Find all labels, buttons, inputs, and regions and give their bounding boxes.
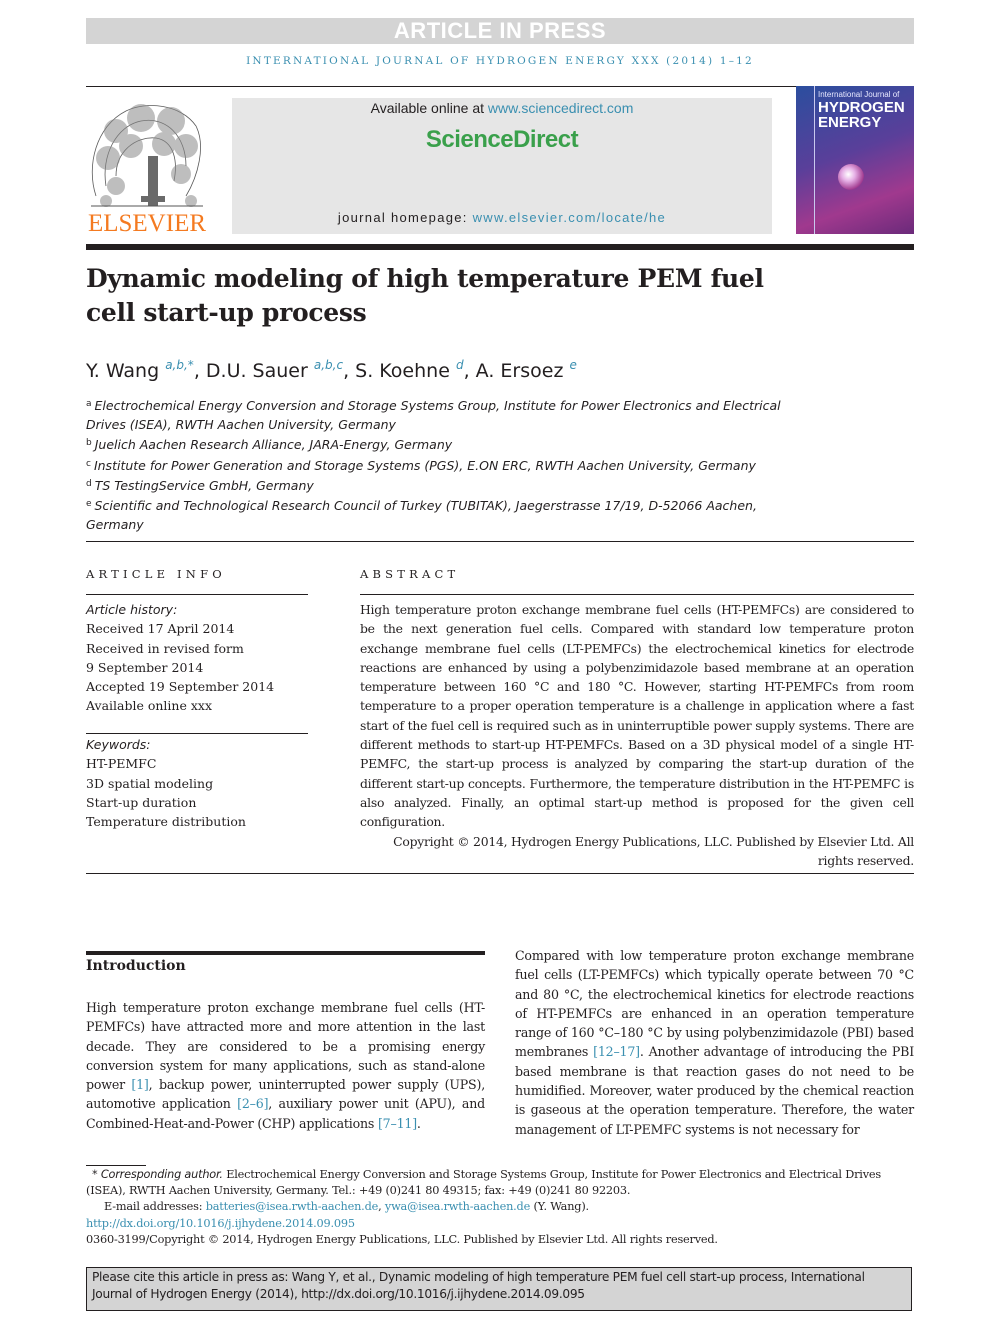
history-item: Accepted 19 September 2014 (86, 679, 275, 695)
article-info-heading: ARTICLE INFO (86, 567, 226, 581)
cover-strip (814, 86, 815, 234)
introduction-rule (86, 951, 485, 955)
header-thick-rule (86, 244, 914, 250)
corresponding-author-note: * Corresponding author. Electrochemical … (86, 1167, 914, 1199)
available-prefix: Available online at (370, 100, 488, 116)
journal-cover-image: International Journal of HYDROGEN ENERGY (796, 86, 914, 234)
citation-link[interactable]: [12–17] (593, 1044, 640, 1059)
journal-homepage: journal homepage: www.elsevier.com/locat… (232, 210, 772, 225)
doi-link[interactable]: http://dx.doi.org/10.1016/j.ijhydene.201… (86, 1217, 355, 1230)
history-item: Received 17 April 2014 (86, 621, 235, 637)
corresponding-label: * Corresponding author. (92, 1168, 223, 1181)
available-online: Available online at www.sciencedirect.co… (232, 100, 772, 116)
article-info-rule (86, 594, 308, 595)
affiliation-key: a (86, 399, 92, 409)
citation-link[interactable]: [2–6] (237, 1096, 268, 1111)
issn-copyright: 0360-3199/Copyright © 2014, Hydrogen Ene… (86, 1232, 718, 1246)
abstract-heading: ABSTRACT (360, 567, 460, 581)
email-label: E-mail addresses: (104, 1200, 206, 1214)
keyword: Temperature distribution (86, 814, 246, 830)
cover-line2: HYDROGEN (818, 99, 905, 116)
cover-orb-graphic (838, 164, 864, 190)
footnote-rule (86, 1165, 146, 1166)
citation-link[interactable]: [1] (131, 1077, 148, 1092)
author[interactable]: Y. Wang a,b,* (86, 358, 194, 382)
affiliation-text: Electrochemical Energy Conversion and St… (86, 398, 781, 433)
author-name[interactable]: Y. Wang (86, 360, 159, 382)
history-label: Article history: (86, 602, 178, 617)
affiliation: c Institute for Power Generation and Stor… (86, 455, 786, 475)
cover-title: HYDROGEN ENERGY (818, 100, 905, 130)
citation-box: Please cite this article in press as: Wa… (86, 1267, 912, 1311)
citation-link[interactable]: [7–11] (378, 1116, 417, 1131)
section-divider (86, 541, 914, 542)
history-item: Received in revised form (86, 640, 244, 656)
body-text: Compared with low temperature proton exc… (515, 948, 914, 1060)
sciencedirect-link[interactable]: www.sciencedirect.com (488, 100, 634, 116)
affiliation: a Electrochemical Energy Conversion and S… (86, 395, 786, 434)
body-text: . (416, 1115, 421, 1131)
email-link[interactable]: ywa@isea.rwth-aachen.de (385, 1200, 530, 1213)
cover-line3: ENERGY (818, 114, 882, 131)
header-rule (86, 86, 914, 87)
keywords-rule (86, 733, 308, 734)
introduction-heading: Introduction (86, 958, 186, 974)
author[interactable]: D.U. Sauer a,b,c (206, 358, 343, 382)
email-note: E-mail addresses: batteries@isea.rwth-aa… (86, 1199, 914, 1215)
abstract-copyright: Copyright © 2014, Hydrogen Energy Public… (393, 833, 914, 868)
affiliation-text: Scientific and Technological Research Co… (86, 498, 757, 533)
article-history: Article history: Received 17 April 2014 … (86, 600, 316, 716)
abstract: High temperature proton exchange membran… (360, 600, 914, 870)
affiliation-key: e (86, 499, 92, 510)
keywords-label: Keywords: (86, 737, 151, 752)
abstract-bottom-rule (86, 873, 914, 874)
author-affiliation-marker[interactable]: a,b,* (165, 358, 194, 372)
affiliations: a Electrochemical Energy Conversion and S… (86, 395, 786, 534)
author-name[interactable]: D.U. Sauer (206, 360, 308, 382)
article-in-press-banner: ARTICLE IN PRESS (86, 18, 914, 44)
author-list: Y. Wang a,b,*, D.U. Sauer a,b,c, S. Koeh… (86, 358, 577, 382)
author-affiliation-marker[interactable]: a,b,c (314, 358, 343, 372)
author-name[interactable]: A. Ersoez (476, 360, 564, 382)
article-title: Dynamic modeling of high temperature PEM… (86, 264, 764, 327)
affiliation-text: TS TestingService GmbH, Germany (94, 477, 314, 493)
affiliation-text: Juelich Aachen Research Alliance, JARA-E… (94, 437, 453, 453)
affiliation: b Juelich Aachen Research Alliance, JARA-… (86, 434, 786, 454)
keyword: HT-PEMFC (86, 756, 157, 772)
keyword: Start-up duration (86, 794, 197, 810)
author-name[interactable]: S. Koehne (355, 360, 450, 382)
affiliation: d TS TestingService GmbH, Germany (86, 475, 786, 495)
email-link[interactable]: batteries@isea.rwth-aachen.de (206, 1200, 379, 1213)
body-column-right: Compared with low temperature proton exc… (515, 946, 914, 1139)
keywords: Keywords: HT-PEMFC 3D spatial modeling S… (86, 735, 316, 831)
running-header: INTERNATIONAL JOURNAL OF HYDROGEN ENERGY… (246, 55, 754, 67)
email-separator: , (378, 1200, 385, 1214)
history-item: Available online xxx (86, 698, 212, 714)
affiliation-key: b (86, 438, 92, 449)
homepage-link[interactable]: www.elsevier.com/locate/he (473, 210, 666, 225)
author[interactable]: S. Koehne d (355, 358, 464, 382)
author[interactable]: A. Ersoez e (476, 358, 577, 382)
affiliation: e Scientific and Technological Research C… (86, 495, 786, 534)
abstract-text: High temperature proton exchange membran… (360, 602, 914, 830)
author-affiliation-marker[interactable]: d (456, 358, 464, 372)
affiliation-key: c (86, 458, 91, 469)
author-affiliation-marker[interactable]: e (569, 358, 576, 372)
email-suffix: (Y. Wang). (530, 1200, 589, 1214)
cover-line1: International Journal of (818, 90, 900, 99)
affiliation-text: Institute for Power Generation and Stora… (93, 457, 756, 473)
affiliation-key: d (86, 478, 92, 489)
banner-text: ARTICLE IN PRESS (393, 18, 607, 43)
sciencedirect-logo[interactable]: ScienceDirect (232, 126, 772, 154)
history-item: 9 September 2014 (86, 659, 204, 675)
elsevier-logo-text: ELSEVIER (87, 210, 207, 237)
keyword: 3D spatial modeling (86, 775, 214, 791)
abstract-rule (360, 594, 914, 595)
footnotes: * Corresponding author. Electrochemical … (86, 1167, 914, 1248)
body-column-left: High temperature proton exchange membran… (86, 998, 485, 1133)
homepage-prefix: journal homepage: (337, 210, 473, 225)
